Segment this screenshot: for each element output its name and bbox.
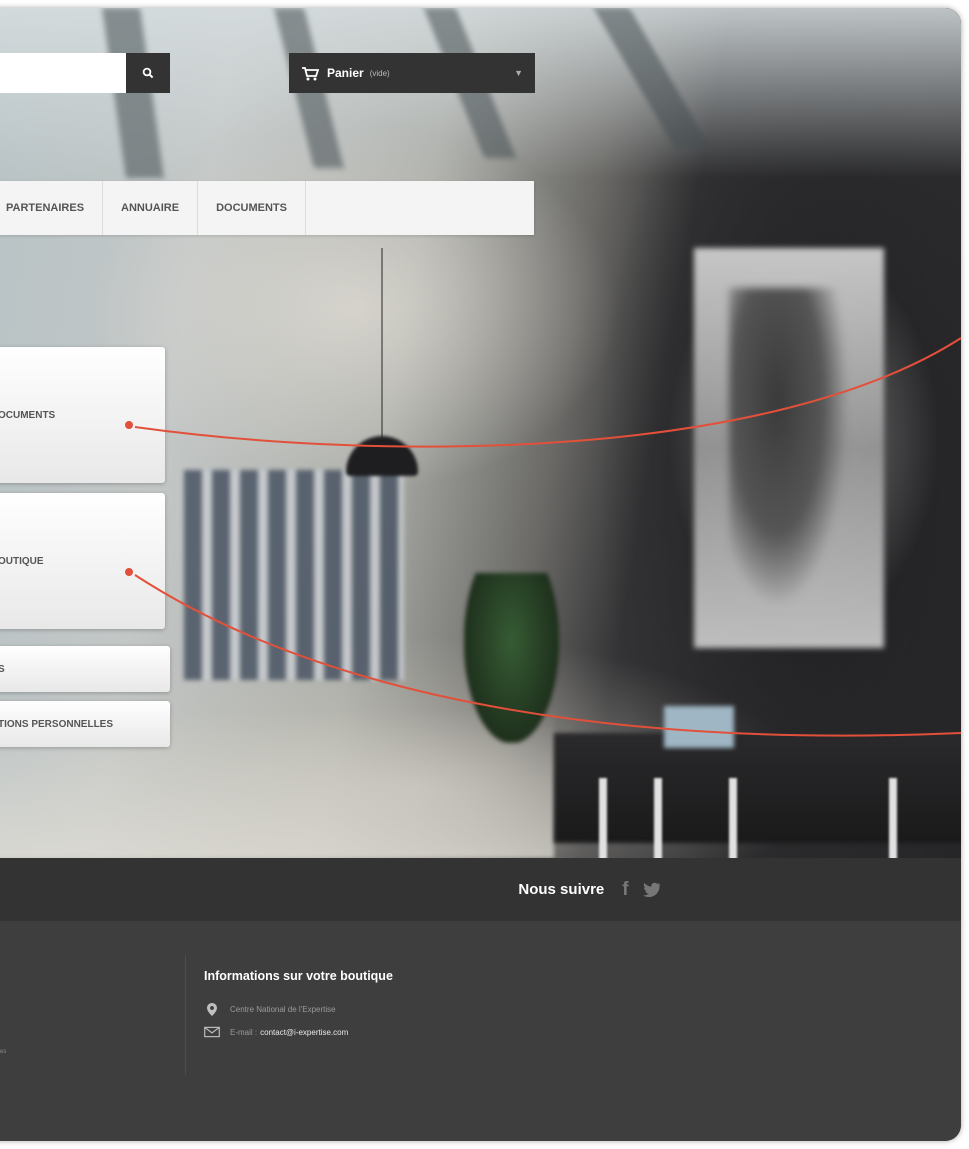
store-info-title: Informations sur votre boutique [204, 969, 393, 983]
store-address-text: Centre National de l'Expertise [230, 1005, 336, 1014]
screenshot-frame: Panier (vide) ▼ PARTENAIRES ANNUAIRE DOC… [0, 8, 961, 1141]
callout-lines [134, 337, 961, 737]
store-address: Centre National de l'Expertise [204, 1003, 336, 1016]
email-label: E-mail : [230, 1027, 258, 1037]
store-email: E-mail : contact@i-expertise.com [204, 1026, 348, 1038]
footer-divider [185, 955, 186, 1075]
callout-line-boutique [134, 574, 961, 737]
footer-left-stub: es [0, 1049, 7, 1055]
callout-dot [125, 421, 133, 429]
follow-label: Nous suivre [518, 881, 605, 898]
twitter-icon[interactable] [642, 882, 661, 897]
facebook-icon[interactable]: f [622, 879, 628, 901]
footer: es Informations sur votre boutique Centr… [0, 921, 961, 1141]
map-marker-icon [204, 1003, 220, 1016]
email-link[interactable]: contact@i-expertise.com [260, 1028, 348, 1037]
envelope-icon [204, 1026, 220, 1038]
follow-bar: Nous suivre f [0, 858, 961, 921]
callout-line-documents [134, 337, 961, 448]
callout-dot [125, 568, 133, 576]
